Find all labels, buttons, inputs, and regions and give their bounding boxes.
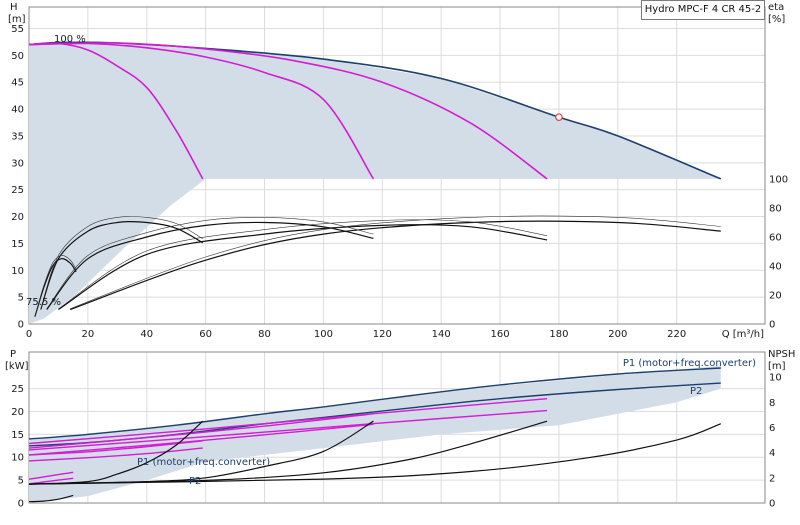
x-tick-label: 220 xyxy=(667,329,686,340)
y-tick-label: 15 xyxy=(11,239,24,250)
y2-axis-label: eta xyxy=(768,2,784,13)
series-label: P1 (motor+freq.converter) xyxy=(623,358,756,369)
y-tick-label: 0 xyxy=(18,499,24,510)
y2-tick-label: 8 xyxy=(769,398,775,409)
y-tick-label: 5 xyxy=(18,293,24,304)
y-axis-label: P xyxy=(10,349,16,360)
speed-annotation: 100 % xyxy=(54,34,86,45)
y-tick-label: 30 xyxy=(11,158,24,169)
y2-tick-label: 80 xyxy=(769,203,782,214)
x-tick-label: 100 xyxy=(314,329,333,340)
x-tick-label: 80 xyxy=(258,329,271,340)
y-tick-label: 10 xyxy=(11,266,24,277)
y2-tick-label: 4 xyxy=(769,448,775,459)
x-tick-label: 20 xyxy=(82,329,95,340)
y2-axis-unit: [m] xyxy=(768,361,786,372)
x-tick-label: 0 xyxy=(26,329,32,340)
series-label: P2 xyxy=(189,476,201,487)
x-tick-label: 160 xyxy=(490,329,509,340)
x-axis-label: Q [m³/h] xyxy=(722,329,764,340)
y-tick-label: 45 xyxy=(11,78,24,89)
x-tick-label: 180 xyxy=(549,329,568,340)
y-tick-label: 55 xyxy=(11,24,24,35)
y-tick-label: 20 xyxy=(11,407,24,418)
x-tick-label: 120 xyxy=(373,329,392,340)
y2-axis-label: NPSH xyxy=(768,349,795,360)
series-label: P1 (motor+freq.converter) xyxy=(137,457,270,468)
x-tick-label: 140 xyxy=(432,329,451,340)
pump-curve-chart: Hydro MPC-F 4 CR 45-2 0 20 40 60 80 100 120 140… xyxy=(0,0,800,520)
y2-tick-label: 0 xyxy=(769,320,775,331)
y-axis-unit: [m] xyxy=(8,14,26,25)
y-tick-label: 25 xyxy=(11,384,24,395)
y2-tick-label: 60 xyxy=(769,232,782,243)
y2-axis-unit: [%] xyxy=(768,14,785,25)
y-tick-label: 10 xyxy=(11,453,24,464)
y2-tick-label: 20 xyxy=(769,290,782,301)
y-axis-unit: [kW] xyxy=(5,361,29,372)
y-tick-label: 20 xyxy=(11,212,24,223)
speed-annotation: 75.5 % xyxy=(26,297,61,308)
chart-title: Hydro MPC-F 4 CR 45-2 xyxy=(641,0,765,20)
y2-tick-label: 100 xyxy=(769,174,788,185)
y-tick-label: 15 xyxy=(11,430,24,441)
y-tick-label: 35 xyxy=(11,131,24,142)
y2-tick-label: 6 xyxy=(769,423,775,434)
y-tick-label: 5 xyxy=(18,476,24,487)
y-tick-label: 50 xyxy=(11,51,24,62)
y-tick-label: 25 xyxy=(11,185,24,196)
y-tick-label: 0 xyxy=(18,320,24,331)
y2-tick-label: 2 xyxy=(769,473,775,484)
x-tick-label: 40 xyxy=(140,329,153,340)
y-axis-label: H xyxy=(10,2,18,13)
series-label: P2 xyxy=(690,386,702,397)
duty-point-marker xyxy=(555,113,563,121)
x-tick-label: 60 xyxy=(199,329,212,340)
x-tick-label: 200 xyxy=(608,329,627,340)
y-tick-label: 40 xyxy=(11,105,24,116)
y2-tick-label: 10 xyxy=(769,373,782,384)
y2-tick-label: 40 xyxy=(769,261,782,272)
y2-tick-label: 0 xyxy=(769,499,775,510)
pump-curve-svg: 0 20 40 60 80 100 120 140 160 180 200 2200510152025… xyxy=(0,0,800,520)
